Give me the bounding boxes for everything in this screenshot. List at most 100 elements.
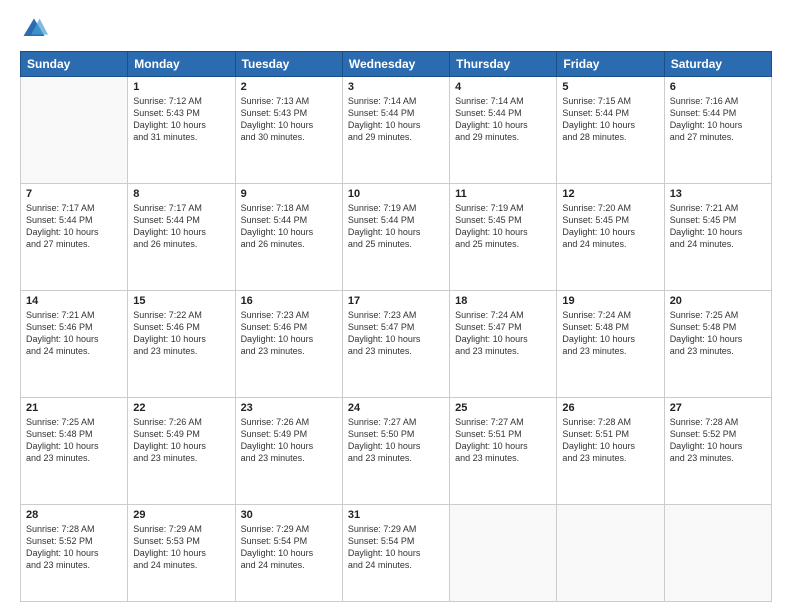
calendar-cell: 25 Sunrise: 7:27 AMSunset: 5:51 PMDayligh… xyxy=(450,397,557,504)
day-info: Sunrise: 7:13 AMSunset: 5:43 PMDaylight:… xyxy=(241,95,337,144)
day-info: Sunrise: 7:29 AMSunset: 5:54 PMDaylight:… xyxy=(241,523,337,572)
day-info: Sunrise: 7:25 AMSunset: 5:48 PMDaylight:… xyxy=(670,309,766,358)
day-number: 20 xyxy=(670,295,766,307)
calendar-cell: 23Sunrise: 7:26 AMSunset: 5:49 PMDayligh… xyxy=(235,397,342,504)
weekday-header: Wednesday xyxy=(342,52,449,77)
calendar-cell: 22 Sunrise: 7:26 AMSunset: 5:49 PMDayligh… xyxy=(128,397,235,504)
day-number: 18 xyxy=(455,295,551,307)
calendar-cell: 3 Sunrise: 7:14 AMSunset: 5:44 PMDaylight… xyxy=(342,77,449,184)
calendar-cell: 11Sunrise: 7:19 AMSunset: 5:45 PMDayligh… xyxy=(450,183,557,290)
calendar-cell: 29 Sunrise: 7:29 AMSunset: 5:53 PMDayligh… xyxy=(128,504,235,601)
day-number: 7 xyxy=(26,188,122,200)
weekday-header: Tuesday xyxy=(235,52,342,77)
day-info: Sunrise: 7:16 AMSunset: 5:44 PMDaylight:… xyxy=(670,95,766,144)
day-number: 15 xyxy=(133,295,229,307)
day-number: 22 xyxy=(133,402,229,414)
day-info: Sunrise: 7:28 AMSunset: 5:51 PMDaylight:… xyxy=(562,416,658,465)
weekday-header: Thursday xyxy=(450,52,557,77)
day-number: 26 xyxy=(562,402,658,414)
day-number: 27 xyxy=(670,402,766,414)
logo-icon xyxy=(20,15,48,43)
day-info: Sunrise: 7:14 AMSunset: 5:44 PMDaylight:… xyxy=(348,95,444,144)
day-info: Sunrise: 7:19 AMSunset: 5:45 PMDaylight:… xyxy=(455,202,551,251)
day-number: 4 xyxy=(455,81,551,93)
day-number: 14 xyxy=(26,295,122,307)
day-info: Sunrise: 7:15 AMSunset: 5:44 PMDaylight:… xyxy=(562,95,658,144)
day-number: 19 xyxy=(562,295,658,307)
calendar-cell: 9 Sunrise: 7:18 AMSunset: 5:44 PMDaylight… xyxy=(235,183,342,290)
calendar-cell: 1 Sunrise: 7:12 AMSunset: 5:43 PMDaylight… xyxy=(128,77,235,184)
day-info: Sunrise: 7:21 AMSunset: 5:46 PMDaylight:… xyxy=(26,309,122,358)
calendar-cell: 18 Sunrise: 7:24 AMSunset: 5:47 PMDayligh… xyxy=(450,290,557,397)
calendar-cell: 16 Sunrise: 7:23 AMSunset: 5:46 PMDayligh… xyxy=(235,290,342,397)
calendar-cell: 19Sunrise: 7:24 AMSunset: 5:48 PMDayligh… xyxy=(557,290,664,397)
day-info: Sunrise: 7:27 AMSunset: 5:50 PMDaylight:… xyxy=(348,416,444,465)
weekday-header: Sunday xyxy=(21,52,128,77)
calendar-cell: 17 Sunrise: 7:23 AMSunset: 5:47 PMDayligh… xyxy=(342,290,449,397)
calendar-cell: 4 Sunrise: 7:14 AMSunset: 5:44 PMDaylight… xyxy=(450,77,557,184)
calendar-cell: 30 Sunrise: 7:29 AMSunset: 5:54 PMDayligh… xyxy=(235,504,342,601)
day-info: Sunrise: 7:12 AMSunset: 5:43 PMDaylight:… xyxy=(133,95,229,144)
day-number: 17 xyxy=(348,295,444,307)
day-number: 28 xyxy=(26,509,122,521)
calendar-cell: 27 Sunrise: 7:28 AMSunset: 5:52 PMDayligh… xyxy=(664,397,771,504)
day-number: 21 xyxy=(26,402,122,414)
day-number: 3 xyxy=(348,81,444,93)
calendar-cell: 10 Sunrise: 7:19 AMSunset: 5:44 PMDayligh… xyxy=(342,183,449,290)
day-info: Sunrise: 7:23 AMSunset: 5:46 PMDaylight:… xyxy=(241,309,337,358)
day-info: Sunrise: 7:29 AMSunset: 5:54 PMDaylight:… xyxy=(348,523,444,572)
day-number: 1 xyxy=(133,81,229,93)
day-number: 24 xyxy=(348,402,444,414)
day-number: 6 xyxy=(670,81,766,93)
day-number: 29 xyxy=(133,509,229,521)
day-number: 13 xyxy=(670,188,766,200)
weekday-header: Friday xyxy=(557,52,664,77)
day-info: Sunrise: 7:21 AMSunset: 5:45 PMDaylight:… xyxy=(670,202,766,251)
calendar-cell xyxy=(21,77,128,184)
day-number: 5 xyxy=(562,81,658,93)
day-number: 30 xyxy=(241,509,337,521)
calendar-table: SundayMondayTuesdayWednesdayThursdayFrid… xyxy=(20,51,772,602)
day-info: Sunrise: 7:29 AMSunset: 5:53 PMDaylight:… xyxy=(133,523,229,572)
day-info: Sunrise: 7:18 AMSunset: 5:44 PMDaylight:… xyxy=(241,202,337,251)
day-number: 25 xyxy=(455,402,551,414)
calendar-cell: 31 Sunrise: 7:29 AMSunset: 5:54 PMDayligh… xyxy=(342,504,449,601)
calendar-cell xyxy=(450,504,557,601)
calendar-cell: 7 Sunrise: 7:17 AMSunset: 5:44 PMDaylight… xyxy=(21,183,128,290)
day-info: Sunrise: 7:25 AMSunset: 5:48 PMDaylight:… xyxy=(26,416,122,465)
calendar-cell: 20 Sunrise: 7:25 AMSunset: 5:48 PMDayligh… xyxy=(664,290,771,397)
day-info: Sunrise: 7:23 AMSunset: 5:47 PMDaylight:… xyxy=(348,309,444,358)
calendar-cell: 8Sunrise: 7:17 AMSunset: 5:44 PMDaylight… xyxy=(128,183,235,290)
calendar-cell xyxy=(557,504,664,601)
day-number: 31 xyxy=(348,509,444,521)
calendar-cell: 26 Sunrise: 7:28 AMSunset: 5:51 PMDayligh… xyxy=(557,397,664,504)
day-number: 16 xyxy=(241,295,337,307)
day-info: Sunrise: 7:28 AMSunset: 5:52 PMDaylight:… xyxy=(670,416,766,465)
calendar-cell xyxy=(664,504,771,601)
calendar-cell: 12 Sunrise: 7:20 AMSunset: 5:45 PMDayligh… xyxy=(557,183,664,290)
day-info: Sunrise: 7:28 AMSunset: 5:52 PMDaylight:… xyxy=(26,523,122,572)
calendar-cell: 13 Sunrise: 7:21 AMSunset: 5:45 PMDayligh… xyxy=(664,183,771,290)
calendar-cell: 15 Sunrise: 7:22 AMSunset: 5:46 PMDayligh… xyxy=(128,290,235,397)
day-number: 10 xyxy=(348,188,444,200)
day-info: Sunrise: 7:26 AMSunset: 5:49 PMDaylight:… xyxy=(241,416,337,465)
calendar-cell: 2Sunrise: 7:13 AMSunset: 5:43 PMDaylight… xyxy=(235,77,342,184)
day-info: Sunrise: 7:27 AMSunset: 5:51 PMDaylight:… xyxy=(455,416,551,465)
day-number: 12 xyxy=(562,188,658,200)
calendar-cell: 28 Sunrise: 7:28 AMSunset: 5:52 PMDayligh… xyxy=(21,504,128,601)
day-number: 9 xyxy=(241,188,337,200)
day-info: Sunrise: 7:17 AMSunset: 5:44 PMDaylight:… xyxy=(133,202,229,251)
calendar-cell: 24 Sunrise: 7:27 AMSunset: 5:50 PMDayligh… xyxy=(342,397,449,504)
calendar-cell: 6 Sunrise: 7:16 AMSunset: 5:44 PMDaylight… xyxy=(664,77,771,184)
header xyxy=(20,15,772,43)
weekday-header: Monday xyxy=(128,52,235,77)
day-info: Sunrise: 7:14 AMSunset: 5:44 PMDaylight:… xyxy=(455,95,551,144)
weekday-header: Saturday xyxy=(664,52,771,77)
day-info: Sunrise: 7:26 AMSunset: 5:49 PMDaylight:… xyxy=(133,416,229,465)
day-info: Sunrise: 7:17 AMSunset: 5:44 PMDaylight:… xyxy=(26,202,122,251)
day-info: Sunrise: 7:24 AMSunset: 5:47 PMDaylight:… xyxy=(455,309,551,358)
logo xyxy=(20,15,52,43)
day-info: Sunrise: 7:22 AMSunset: 5:46 PMDaylight:… xyxy=(133,309,229,358)
day-info: Sunrise: 7:20 AMSunset: 5:45 PMDaylight:… xyxy=(562,202,658,251)
day-info: Sunrise: 7:19 AMSunset: 5:44 PMDaylight:… xyxy=(348,202,444,251)
